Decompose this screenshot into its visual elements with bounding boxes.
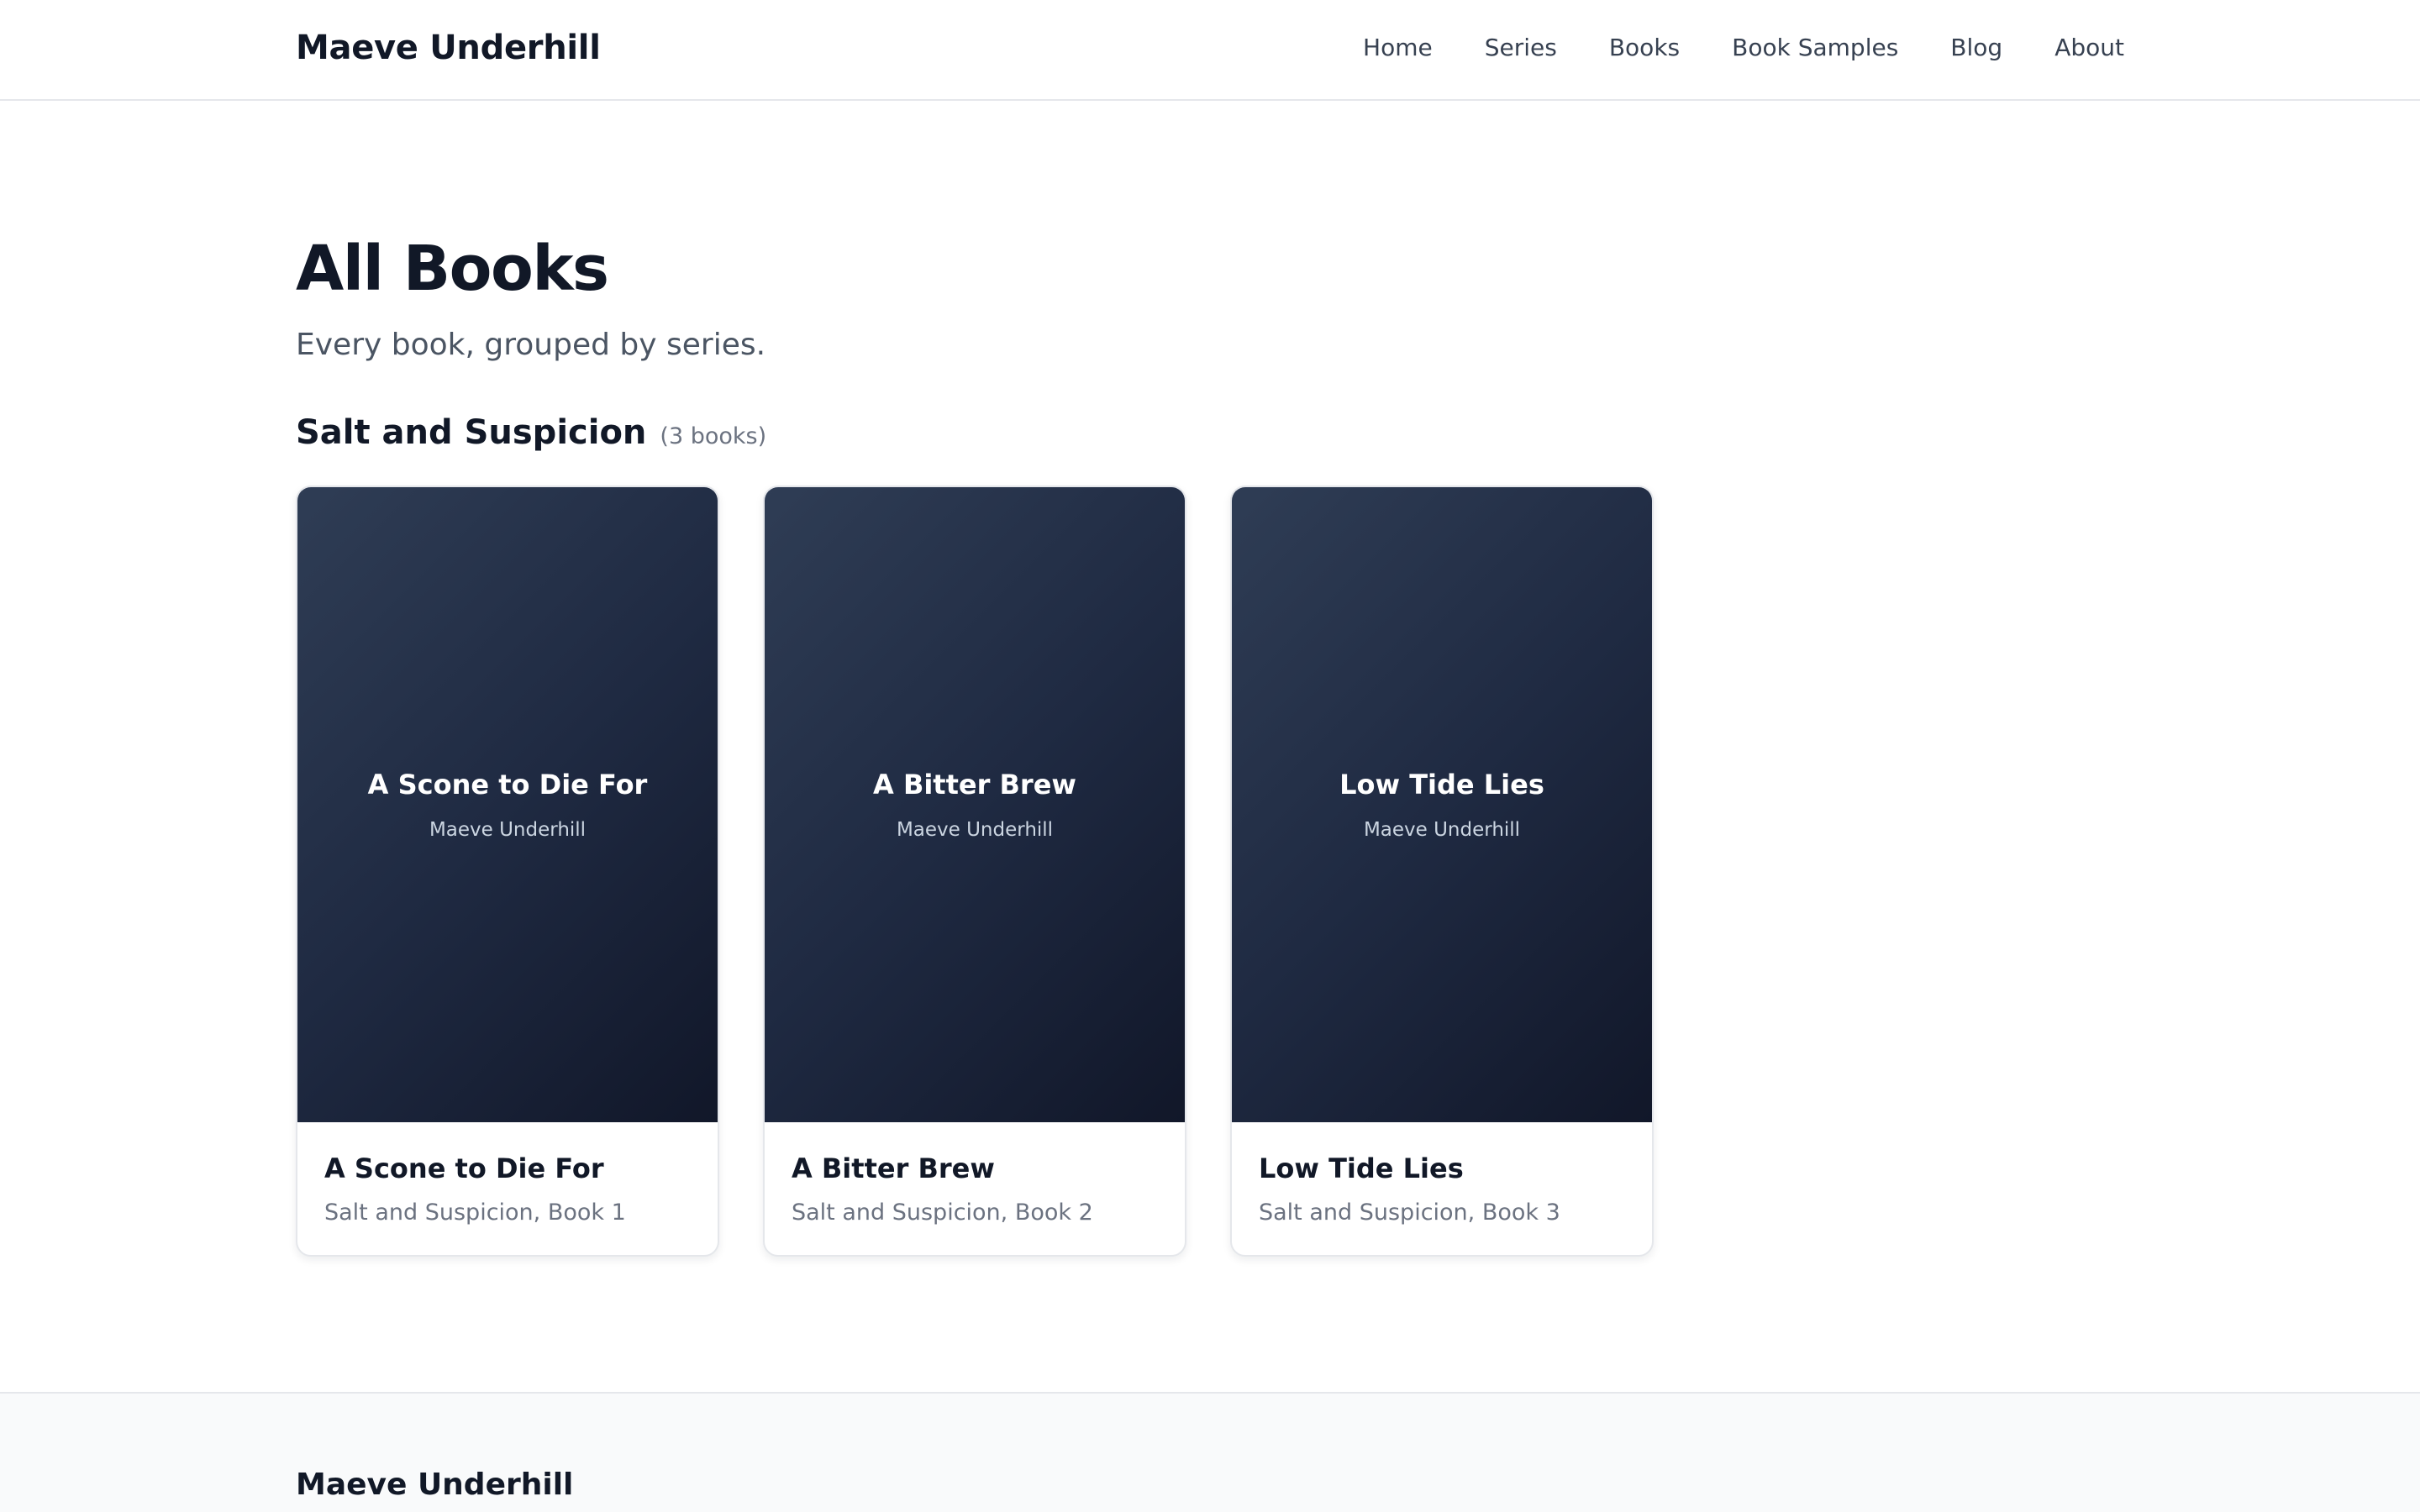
page-subtitle: Every book, grouped by series. <box>296 328 766 362</box>
cover-title: A Scone to Die For <box>367 769 648 801</box>
book-card[interactable]: Low Tide Lies Maeve Underhill Low Tide L… <box>1230 486 1654 1257</box>
cover-author: Maeve Underhill <box>896 819 1054 841</box>
cover-title: A Bitter Brew <box>873 769 1076 801</box>
site-header: Maeve Underhill Home Series Books Book S… <box>0 0 2420 101</box>
book-cover[interactable]: A Bitter Brew Maeve Underhill <box>765 487 1185 1122</box>
book-series-meta: Salt and Suspicion, Book 2 <box>792 1200 1093 1226</box>
book-info: Low Tide Lies Salt and Suspicion, Book 3 <box>1232 1122 1652 1226</box>
nav-item-home[interactable]: Home <box>1363 34 1433 61</box>
book-title[interactable]: A Bitter Brew <box>792 1152 1158 1184</box>
book-title[interactable]: A Scone to Die For <box>324 1152 691 1184</box>
cover-author: Maeve Underhill <box>429 819 587 841</box>
book-grid: A Scone to Die For Maeve Underhill A Sco… <box>296 486 1654 1257</box>
book-card[interactable]: A Bitter Brew Maeve Underhill A Bitter B… <box>763 486 1186 1257</box>
nav-item-blog[interactable]: Blog <box>1950 34 2002 61</box>
site-footer: Maeve Underhill <box>0 1392 2420 1512</box>
book-cover[interactable]: Low Tide Lies Maeve Underhill <box>1232 487 1652 1122</box>
series-heading: Salt and Suspicion (3 books) <box>296 413 766 452</box>
nav-item-book-samples[interactable]: Book Samples <box>1732 34 1898 61</box>
book-info: A Bitter Brew Salt and Suspicion, Book 2 <box>765 1122 1185 1226</box>
cover-title: Low Tide Lies <box>1339 769 1544 801</box>
nav-item-about[interactable]: About <box>2054 34 2124 61</box>
main-nav: Home Series Books Book Samples Blog Abou… <box>1363 34 2124 61</box>
book-title[interactable]: Low Tide Lies <box>1259 1152 1625 1184</box>
book-cover[interactable]: A Scone to Die For Maeve Underhill <box>297 487 718 1122</box>
nav-item-books[interactable]: Books <box>1609 34 1680 61</box>
footer-brand: Maeve Underhill <box>296 1467 574 1502</box>
book-series-meta: Salt and Suspicion, Book 1 <box>324 1200 626 1226</box>
cover-author: Maeve Underhill <box>1363 819 1521 841</box>
page-title: All Books <box>296 233 609 305</box>
series-book-count: (3 books) <box>660 423 767 449</box>
series-name: Salt and Suspicion <box>296 413 647 452</box>
book-series-meta: Salt and Suspicion, Book 3 <box>1259 1200 1560 1226</box>
book-info: A Scone to Die For Salt and Suspicion, B… <box>297 1122 718 1226</box>
nav-item-series[interactable]: Series <box>1485 34 1557 61</box>
book-card[interactable]: A Scone to Die For Maeve Underhill A Sco… <box>296 486 719 1257</box>
site-brand-link[interactable]: Maeve Underhill <box>296 29 601 67</box>
